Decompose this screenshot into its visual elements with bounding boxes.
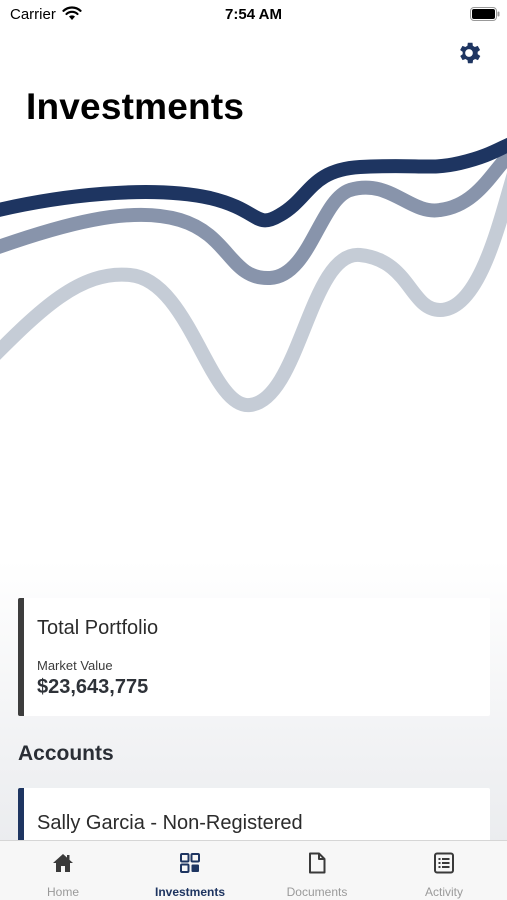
hero-decorative-lines xyxy=(0,137,507,412)
tab-activity-label: Activity xyxy=(424,885,463,899)
accounts-heading: Accounts xyxy=(18,742,114,765)
portfolio-title: Total Portfolio xyxy=(37,617,159,639)
market-value-amount: $23,643,775 xyxy=(37,676,149,698)
account-card[interactable]: Sally Garcia - Non-Registered xyxy=(18,788,490,848)
grid-icon xyxy=(180,853,200,873)
settings-gear-icon[interactable] xyxy=(455,39,483,67)
tab-activity[interactable]: Activity xyxy=(381,841,507,900)
status-bar: Carrier 7:54 AM xyxy=(0,0,507,30)
tab-documents[interactable]: Documents xyxy=(254,841,380,900)
list-icon xyxy=(434,852,454,874)
document-icon xyxy=(309,852,326,874)
total-portfolio-card[interactable]: Total Portfolio Market Value $23,643,775 xyxy=(18,598,490,716)
page-title: Investments xyxy=(26,86,245,127)
tab-investments[interactable]: Investments xyxy=(127,841,253,900)
home-icon xyxy=(53,854,73,872)
tab-home-label: Home xyxy=(46,885,79,899)
tab-home[interactable]: Home xyxy=(0,841,126,900)
tab-bar: Home Investments Documents Activity xyxy=(0,840,507,900)
tab-documents-label: Documents xyxy=(286,885,348,899)
status-time: 7:54 AM xyxy=(225,6,282,23)
market-value-label: Market Value xyxy=(37,658,113,673)
account-name: Sally Garcia - Non-Registered xyxy=(37,812,303,834)
battery-icon xyxy=(470,7,500,21)
tab-investments-label: Investments xyxy=(154,885,226,899)
